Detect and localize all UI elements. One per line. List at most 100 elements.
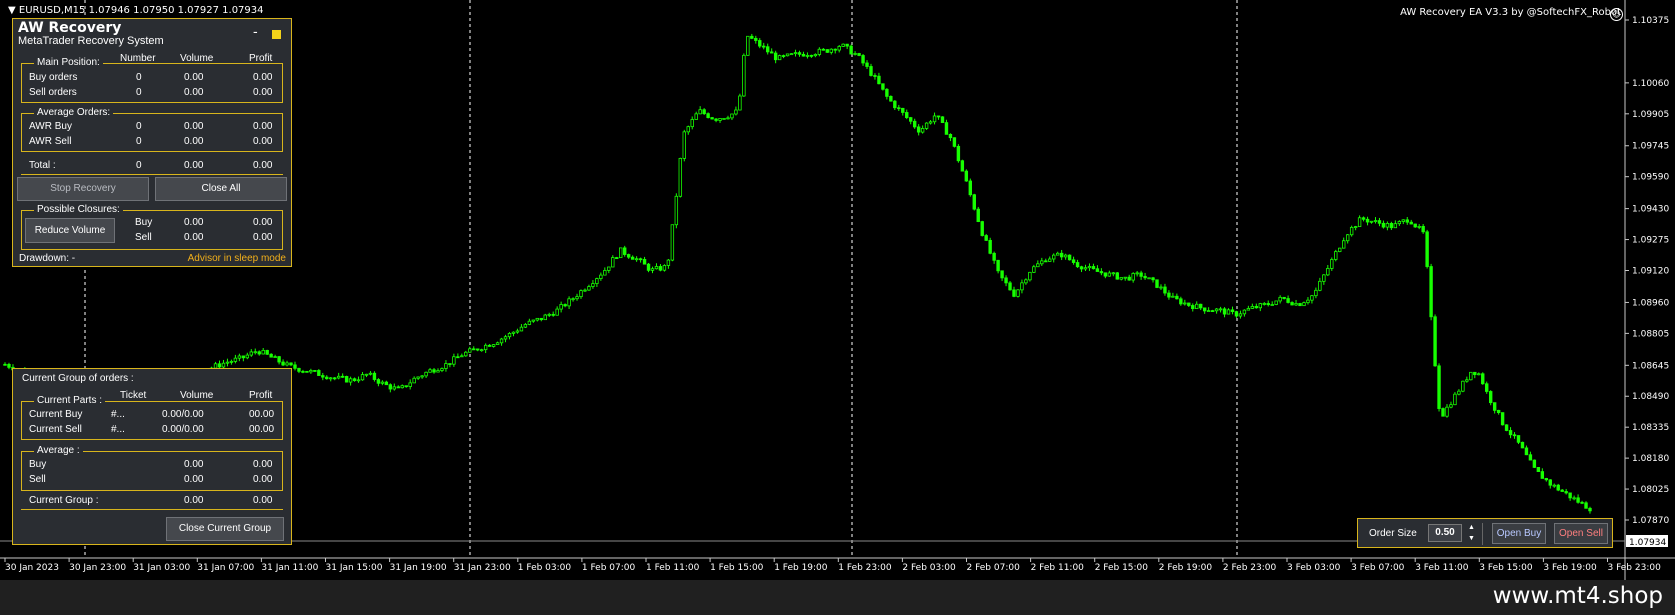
candle-body <box>1584 502 1588 509</box>
candle-body <box>829 48 833 53</box>
open-buy-button[interactable]: Open Buy <box>1492 523 1546 544</box>
candle-body <box>809 54 814 57</box>
chart-menu-arrow-icon[interactable]: ▼ <box>8 5 16 16</box>
candle-body <box>1310 295 1314 301</box>
time-tick-label: 1 Feb 11:00 <box>646 563 700 573</box>
candle-body <box>432 369 436 373</box>
candle-body <box>773 52 778 61</box>
candle-body <box>1389 223 1394 229</box>
minimize-button[interactable]: - <box>253 24 258 38</box>
panel-indicator-square[interactable] <box>272 30 281 39</box>
candle-body <box>424 371 428 377</box>
price-tick-label: 1.10375 <box>1632 16 1669 26</box>
candle-body <box>436 370 440 373</box>
candle-body <box>1572 497 1576 500</box>
time-tick-label: 1 Feb 15:00 <box>710 563 764 573</box>
candle-body <box>281 361 285 366</box>
candle-body <box>507 333 512 338</box>
candle-body <box>265 349 269 355</box>
candle-body <box>622 247 627 255</box>
candle-body <box>297 367 301 372</box>
candle-body <box>1206 310 1211 312</box>
candle-body <box>1532 459 1537 468</box>
reduce-volume-button[interactable]: Reduce Volume <box>25 218 115 243</box>
candle-body <box>285 362 289 366</box>
time-tick-label: 31 Jan 15:00 <box>326 563 383 573</box>
candle-body <box>440 368 444 371</box>
awr-sell-profit: 0.00 <box>253 136 273 147</box>
candle-body <box>1115 272 1119 280</box>
candle-body <box>1397 221 1402 225</box>
candle-body <box>456 356 460 359</box>
current-buy-ticket: #... <box>111 409 125 420</box>
price-tick-label: 1.07870 <box>1632 516 1669 526</box>
candle-body <box>249 351 253 356</box>
candle-body <box>1091 266 1096 270</box>
current-group-volume: 0.00 <box>184 495 204 506</box>
time-tick-label: 1 Feb 07:00 <box>582 563 636 573</box>
awr-buy-volume: 0.00 <box>184 121 204 132</box>
candle-body <box>1008 282 1012 291</box>
candle-body <box>1040 260 1044 265</box>
candle-body <box>1055 252 1060 256</box>
time-tick-label: 1 Feb 03:00 <box>518 563 572 573</box>
col-ticket: Ticket <box>120 390 147 401</box>
spin-down-icon[interactable]: ▼ <box>1468 535 1475 542</box>
candle-body <box>1282 296 1286 299</box>
candle-body <box>563 304 567 307</box>
awr-buy-profit: 0.00 <box>253 121 273 132</box>
candle-body <box>1179 298 1183 305</box>
sell-orders-label: Sell orders <box>29 87 77 98</box>
candle-body <box>992 252 996 261</box>
candle-body <box>805 54 810 57</box>
candle-body <box>3 363 7 366</box>
candle-body <box>599 274 603 279</box>
drawdown-label: Drawdown: - <box>19 253 76 264</box>
candle-body <box>1103 272 1108 277</box>
closure-sell-profit: 0.00 <box>253 232 273 243</box>
spin-up-icon[interactable]: ▲ <box>1468 524 1475 531</box>
current-sell-profit: 00.00 <box>249 424 275 435</box>
candle-body <box>781 55 786 57</box>
candle-body <box>1536 467 1541 472</box>
candle-body <box>1143 275 1147 279</box>
candle-body <box>476 348 480 351</box>
candle-body <box>1230 309 1235 313</box>
chart-header: ▼ EURUSD,M15 1.07946 1.07950 1.07927 1.0… <box>8 5 264 16</box>
candle-body <box>833 48 837 51</box>
stop-recovery-button[interactable]: Stop Recovery <box>17 177 149 201</box>
total-profit: 0.00 <box>253 160 273 171</box>
current-sell-label: Current Sell <box>29 424 82 435</box>
time-tick-label: 31 Jan 07:00 <box>197 563 254 573</box>
candle-body <box>964 170 969 182</box>
candle-body <box>1504 424 1509 431</box>
candle-body <box>253 351 257 354</box>
candle-body <box>408 382 412 387</box>
candle-body <box>785 53 790 57</box>
candle-body <box>1445 406 1449 417</box>
sell-orders-number: 0 <box>136 87 142 98</box>
candle-body <box>1266 303 1270 306</box>
candle-body <box>615 257 619 259</box>
open-sell-button[interactable]: Open Sell <box>1554 523 1608 544</box>
candle-body <box>738 95 742 111</box>
candle-body <box>567 298 571 307</box>
awr-sell-label: AWR Sell <box>29 136 72 147</box>
possible-closures-label: Possible Closures: <box>34 204 123 215</box>
candle-body <box>960 160 965 172</box>
candle-body <box>535 317 540 321</box>
candle-body <box>1175 295 1179 300</box>
candle-body <box>571 298 575 301</box>
candle-body <box>1246 308 1251 311</box>
close-all-button[interactable]: Close All <box>155 177 287 201</box>
candle-body <box>400 385 404 389</box>
candle-body <box>634 258 639 261</box>
order-size-input[interactable]: 0.50 <box>1428 524 1462 542</box>
smiley-icon[interactable]: ☺ <box>1610 8 1623 21</box>
total-number: 0 <box>136 160 142 171</box>
candle-body <box>821 48 826 51</box>
close-current-group-button[interactable]: Close Current Group <box>166 517 284 541</box>
candle-body <box>1048 258 1052 262</box>
candle-body <box>460 355 464 358</box>
candle-body <box>797 52 802 55</box>
